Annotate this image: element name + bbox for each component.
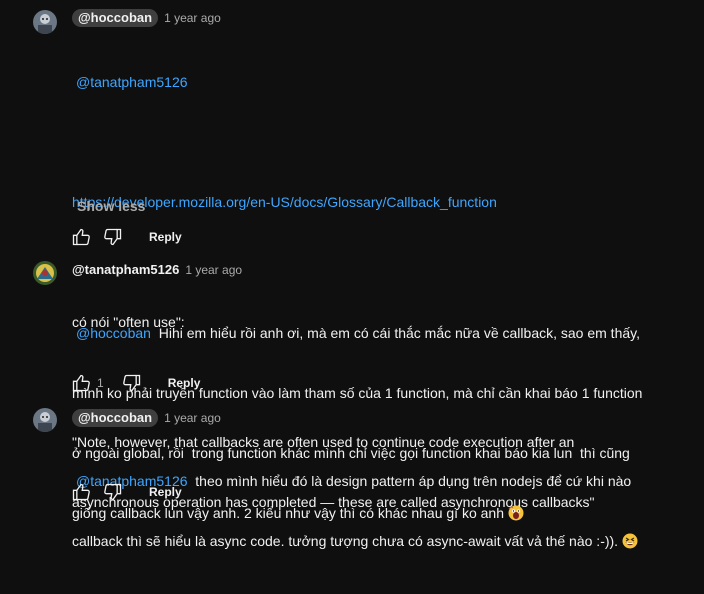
comment-2: @tanatpham5126 1 year ago @hoccoban Hihi…	[0, 255, 704, 521]
grinning-squinting-face-emoji	[622, 533, 638, 554]
reply-button[interactable]: Reply	[149, 485, 182, 499]
comment-text: callback thì sẽ hiểu là async code. tưởn…	[72, 533, 622, 549]
avatar[interactable]	[33, 408, 57, 432]
reply-button[interactable]: Reply	[149, 230, 182, 244]
comment-3: @hoccoban 1 year ago @tanatpham5126 theo…	[0, 405, 704, 549]
author-name[interactable]: @hoccoban	[72, 409, 159, 427]
comment-1: @hoccoban 1 year ago @tanatpham5126 http…	[0, 0, 704, 510]
show-less-button[interactable]: Show less	[77, 198, 145, 214]
mention-link[interactable]: @hoccoban	[76, 325, 151, 341]
timestamp[interactable]: 1 year ago	[164, 11, 221, 25]
timestamp[interactable]: 1 year ago	[164, 411, 221, 425]
timestamp[interactable]: 1 year ago	[185, 263, 242, 277]
thumb-down-icon[interactable]	[101, 480, 125, 504]
avatar[interactable]	[33, 10, 57, 34]
thumb-up-icon[interactable]	[69, 480, 93, 504]
mention-link[interactable]: @tanatpham5126	[76, 74, 188, 90]
like-count: 1	[97, 376, 104, 390]
thumb-down-icon[interactable]	[101, 225, 125, 249]
reply-button[interactable]: Reply	[168, 376, 201, 390]
thumb-down-icon[interactable]	[120, 371, 144, 395]
thumb-up-icon[interactable]	[69, 371, 93, 395]
comment-text: theo mình hiểu đó là design pattern áp d…	[187, 473, 632, 489]
thumb-up-icon[interactable]	[69, 225, 93, 249]
comment-text: Hihi em hiểu rồi anh ơi, mà em có cái th…	[150, 325, 640, 341]
avatar[interactable]	[33, 261, 57, 285]
author-name[interactable]: @tanatpham5126	[72, 262, 179, 277]
author-name[interactable]: @hoccoban	[72, 9, 159, 27]
